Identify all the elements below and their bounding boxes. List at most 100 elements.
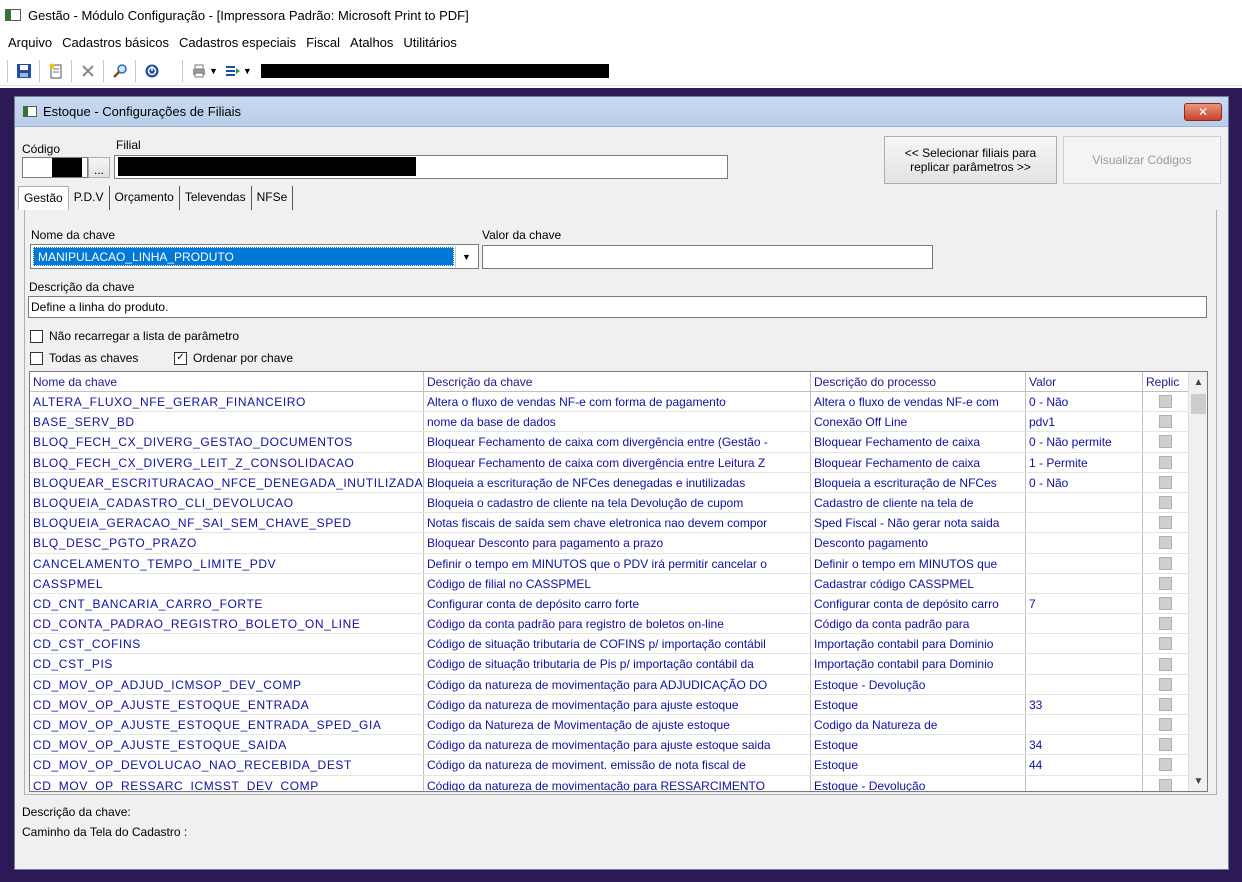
replicate-checkbox[interactable] — [1159, 496, 1172, 510]
menu-cadastros-basicos[interactable]: Cadastros básicos — [57, 35, 174, 50]
cell-replicate[interactable] — [1143, 533, 1189, 553]
cell-process-desc[interactable]: Codigo da Natureza de — [811, 715, 1026, 735]
chevron-down-icon[interactable]: ▼ — [243, 66, 252, 76]
cell-value[interactable]: 0 - Não — [1026, 472, 1143, 492]
cell-key-name[interactable]: ALTERA_FLUXO_NFE_GERAR_FINANCEIRO — [30, 392, 424, 412]
cell-process-desc[interactable]: Bloqueia a escrituração de NFCes — [811, 472, 1026, 492]
table-row[interactable]: BLQ_DESC_PGTO_PRAZO Bloquear Desconto par… — [30, 533, 1207, 554]
power-icon[interactable] — [140, 59, 164, 83]
replicate-checkbox[interactable] — [1159, 718, 1172, 732]
cell-replicate[interactable] — [1143, 492, 1189, 513]
cell-value[interactable] — [1026, 654, 1143, 674]
cell-key-name[interactable]: BLOQ_FECH_CX_DIVERG_GESTAO_DOCUMENTOS — [30, 432, 424, 452]
cell-value[interactable] — [1026, 634, 1143, 654]
cell-process-desc[interactable]: Cadastrar código CASSPMEL — [811, 573, 1026, 593]
replicate-checkbox[interactable] — [1159, 536, 1172, 550]
cell-value[interactable] — [1026, 573, 1143, 593]
cell-key-desc[interactable]: Bloquear Desconto para pagamento a prazo — [424, 533, 811, 553]
cell-key-desc[interactable]: Bloqueia o cadastro de cliente na tela D… — [424, 492, 811, 513]
replicate-checkbox[interactable] — [1159, 697, 1172, 711]
cell-key-name[interactable]: CANCELAMENTO_TEMPO_LIMITE_PDV — [30, 553, 424, 573]
cell-process-desc[interactable]: Estoque — [811, 694, 1026, 714]
cell-value[interactable] — [1026, 674, 1143, 694]
print-icon[interactable] — [187, 59, 211, 83]
replicate-checkbox[interactable] — [1159, 516, 1172, 530]
cell-replicate[interactable] — [1143, 513, 1189, 533]
cell-process-desc[interactable]: Conexão Off Line — [811, 412, 1026, 432]
cell-key-name[interactable]: CD_MOV_OP_ADJUD_ICMSOP_DEV_COMP — [30, 674, 424, 694]
cell-value[interactable]: 0 - Não permite — [1026, 432, 1143, 452]
cell-key-desc[interactable]: Altera o fluxo de vendas NF-e com forma … — [424, 392, 811, 412]
cell-process-desc[interactable]: Estoque — [811, 755, 1026, 775]
menu-utilitarios[interactable]: Utilitários — [398, 35, 461, 50]
cell-replicate[interactable] — [1143, 553, 1189, 573]
tab-nfse[interactable]: NFSe — [251, 186, 294, 210]
sort-by-key-checkbox[interactable]: ✓ Ordenar por chave — [174, 351, 293, 365]
cell-key-desc[interactable]: Bloqueia a escrituração de NFCes denegad… — [424, 472, 811, 492]
cell-key-name[interactable]: CD_CST_PIS — [30, 654, 424, 674]
cell-process-desc[interactable]: Código da conta padrão para — [811, 614, 1026, 634]
cell-key-desc[interactable]: Código de filial no CASSPMEL — [424, 573, 811, 593]
cell-key-name[interactable]: BLOQ_FECH_CX_DIVERG_LEIT_Z_CONSOLIDACAO — [30, 452, 424, 472]
cell-replicate[interactable] — [1143, 694, 1189, 714]
table-row[interactable]: BLOQ_FECH_CX_DIVERG_GESTAO_DOCUMENTOS Blo… — [30, 432, 1207, 453]
replicate-checkbox[interactable] — [1159, 556, 1172, 570]
cell-key-desc[interactable]: Código de situação tributaria de COFINS … — [424, 634, 811, 654]
cell-key-desc[interactable]: Configurar conta de depósito carro forte — [424, 593, 811, 614]
column-header-key-name[interactable]: Nome da chave — [30, 372, 424, 391]
new-document-icon[interactable] — [44, 59, 68, 83]
table-row[interactable]: BLOQUEIA_CADASTRO_CLI_DEVOLUCAO Bloqueia … — [30, 492, 1207, 514]
tab-televendas[interactable]: Televendas — [179, 186, 252, 210]
tab-orcamento[interactable]: Orçamento — [109, 186, 180, 210]
search-icon[interactable] — [108, 59, 132, 83]
checkbox-icon[interactable] — [30, 329, 43, 343]
table-row[interactable]: CD_CST_PIS Código de situação tributaria … — [30, 654, 1207, 675]
codigo-lookup-button[interactable]: ... — [88, 157, 110, 178]
cell-key-desc[interactable]: Código da natureza de movimentação para … — [424, 735, 811, 755]
checkmark-icon[interactable]: ✓ — [174, 351, 187, 365]
cell-key-desc[interactable]: nome da base de dados — [424, 412, 811, 432]
cell-value[interactable] — [1026, 513, 1143, 533]
cell-replicate[interactable] — [1143, 614, 1189, 634]
cell-replicate[interactable] — [1143, 674, 1189, 694]
cell-replicate[interactable] — [1143, 472, 1189, 492]
cell-replicate[interactable] — [1143, 775, 1189, 791]
select-branches-button[interactable]: << Selecionar filiais para replicar parâ… — [884, 136, 1057, 184]
key-value-field[interactable] — [482, 245, 933, 269]
cell-process-desc[interactable]: Estoque - Devolução — [811, 775, 1026, 791]
replicate-checkbox[interactable] — [1159, 677, 1172, 691]
replicate-checkbox[interactable] — [1159, 455, 1172, 469]
cell-value[interactable]: 7 — [1026, 593, 1143, 614]
cell-value[interactable]: 34 — [1026, 735, 1143, 755]
cell-key-name[interactable]: CD_MOV_OP_AJUSTE_ESTOQUE_ENTRADA — [30, 694, 424, 714]
cell-replicate[interactable] — [1143, 755, 1189, 775]
table-row[interactable]: CD_MOV_OP_AJUSTE_ESTOQUE_SAIDA Código da … — [30, 735, 1207, 756]
table-row[interactable]: CD_MOV_OP_RESSARC_ICMSST_DEV_COMP Código … — [30, 775, 1207, 791]
chevron-down-icon[interactable]: ▼ — [1189, 774, 1207, 788]
table-row[interactable]: BLOQUEAR_ESCRITURACAO_NFCE_DENEGADA_INUT… — [30, 472, 1207, 493]
cell-replicate[interactable] — [1143, 392, 1189, 412]
column-header-value[interactable]: Valor — [1026, 372, 1143, 391]
column-header-key-desc[interactable]: Descrição da chave — [424, 372, 811, 391]
cell-key-name[interactable]: CD_MOV_OP_AJUSTE_ESTOQUE_SAIDA — [30, 735, 424, 755]
cell-replicate[interactable] — [1143, 573, 1189, 593]
key-name-select[interactable]: MANIPULACAO_LINHA_PRODUTO ▼ — [30, 244, 479, 269]
cell-key-desc[interactable]: Código da conta padrão para registro de … — [424, 614, 811, 634]
cell-value[interactable]: 33 — [1026, 694, 1143, 714]
chevron-up-icon[interactable]: ▲ — [1189, 375, 1207, 389]
cell-replicate[interactable] — [1143, 432, 1189, 452]
table-row[interactable]: BASE_SERV_BD nome da base de dados Conexão… — [30, 412, 1207, 433]
replicate-checkbox[interactable] — [1159, 758, 1172, 772]
key-desc-field[interactable]: Define a linha do produto. — [28, 296, 1207, 318]
cell-key-name[interactable]: CD_CST_COFINS — [30, 634, 424, 654]
table-row[interactable]: CANCELAMENTO_TEMPO_LIMITE_PDV Definir o t… — [30, 553, 1207, 574]
cell-process-desc[interactable]: Importação contabil para Dominio — [811, 654, 1026, 674]
cell-replicate[interactable] — [1143, 715, 1189, 735]
cell-key-desc[interactable]: Bloquear Fechamento de caixa com divergê… — [424, 432, 811, 452]
scrollbar-thumb[interactable] — [1191, 394, 1206, 414]
cell-key-name[interactable]: BLOQUEAR_ESCRITURACAO_NFCE_DENEGADA_INUT… — [30, 472, 424, 492]
cell-key-desc[interactable]: Notas fiscais de saída sem chave eletron… — [424, 513, 811, 533]
cell-replicate[interactable] — [1143, 452, 1189, 472]
cell-key-desc[interactable]: Código de situação tributaria de Pis p/ … — [424, 654, 811, 674]
cell-process-desc[interactable]: Configurar conta de depósito carro — [811, 593, 1026, 614]
